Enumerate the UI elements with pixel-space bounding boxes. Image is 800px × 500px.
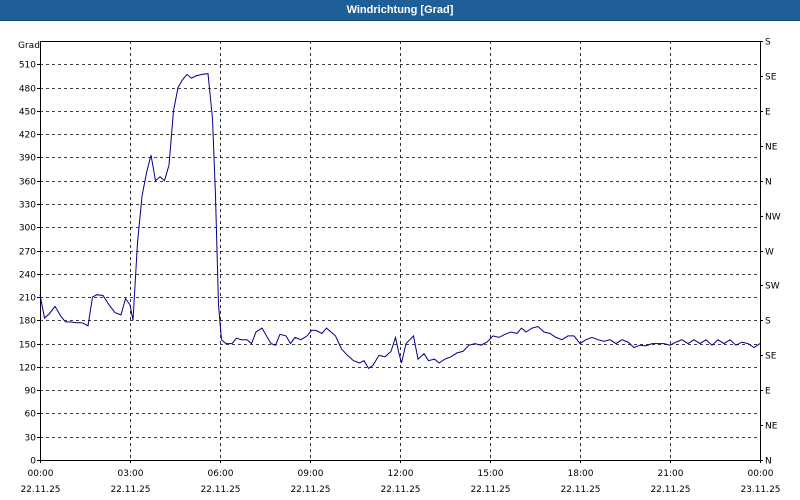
- x-tick-date-label: 22.11.25: [290, 485, 330, 495]
- x-tick-time-label: 06:00: [208, 469, 234, 479]
- right-tick-label: W: [765, 248, 774, 258]
- y-tick-label: 240: [19, 271, 36, 281]
- y-tick-label: 390: [19, 154, 36, 164]
- right-tick-label: E: [765, 387, 771, 397]
- y-tick-label: 60: [25, 410, 37, 420]
- y-tick-label: 480: [19, 85, 36, 95]
- right-tick-label: N: [765, 178, 772, 188]
- right-tick-label: NE: [765, 422, 778, 432]
- y-tick-label: 90: [25, 387, 37, 397]
- y-tick-label: 330: [19, 201, 36, 211]
- x-tick-time-label: 15:00: [478, 469, 504, 479]
- right-tick-label: SE: [765, 73, 777, 83]
- x-tick-time-label: 00:00: [748, 469, 774, 479]
- y-tick-label: 0: [30, 457, 36, 467]
- x-tick-date-label: 22.11.25: [380, 485, 420, 495]
- grid-lines: [40, 41, 760, 460]
- y-tick-label: 270: [19, 248, 36, 258]
- x-tick-date-label: 22.11.25: [20, 485, 60, 495]
- y-tick-label: 360: [19, 178, 36, 188]
- y-tick-label: 450: [19, 108, 36, 118]
- right-tick-label: E: [765, 108, 771, 118]
- x-axis-ticks: 00:00 22.11.25 03:00 22.11.25 06:00 22.11.25 0…: [20, 460, 781, 495]
- x-tick-time-label: 12:00: [388, 469, 414, 479]
- y-tick-label: 420: [19, 131, 36, 141]
- title-bar: Windrichtung [Grad]: [0, 0, 800, 21]
- x-tick-date-label: 23.11.25: [740, 485, 780, 495]
- chart-title: Windrichtung [Grad]: [346, 4, 454, 16]
- right-tick-label: NE: [765, 143, 778, 153]
- x-tick-time-label: 18:00: [568, 469, 594, 479]
- x-tick-date-label: 22.11.25: [110, 485, 150, 495]
- right-tick-label: S: [765, 38, 771, 48]
- y-tick-label: 120: [19, 364, 36, 374]
- y-axis-ticks: 0 30 60 90 120 150 180 210 240 270 300 330 360 390 420…: [19, 61, 40, 467]
- right-tick-label: N: [765, 457, 772, 467]
- right-tick-label: SW: [765, 282, 780, 292]
- chart: Grad 0 30 60 90 120 150 180 210 240 270 300 330 360 3…: [18, 38, 781, 496]
- x-tick-date-label: 22.11.25: [650, 485, 690, 495]
- y-tick-label: 150: [19, 341, 36, 351]
- y-tick-label: 180: [19, 317, 36, 327]
- right-axis-compass-ticks: N NE E SE S SW W NW N NE E SE S: [760, 38, 781, 467]
- x-tick-date-label: 22.11.25: [470, 485, 510, 495]
- x-tick-date-label: 22.11.25: [560, 485, 600, 495]
- right-tick-label: SE: [765, 352, 777, 362]
- y-tick-label: 300: [19, 224, 36, 234]
- x-tick-time-label: 09:00: [298, 469, 324, 479]
- right-tick-label: S: [765, 317, 771, 327]
- x-tick-time-label: 03:00: [118, 469, 144, 479]
- y-tick-label: 210: [19, 294, 36, 304]
- y-tick-label: 510: [19, 61, 36, 71]
- series-line-wind-direction: [39, 73, 761, 370]
- right-tick-label: NW: [765, 213, 781, 223]
- x-tick-date-label: 22.11.25: [200, 485, 240, 495]
- y-tick-label: 30: [25, 434, 37, 444]
- x-tick-time-label: 21:00: [658, 469, 684, 479]
- y-axis-label: Grad: [18, 41, 40, 51]
- x-tick-time-label: 00:00: [28, 469, 54, 479]
